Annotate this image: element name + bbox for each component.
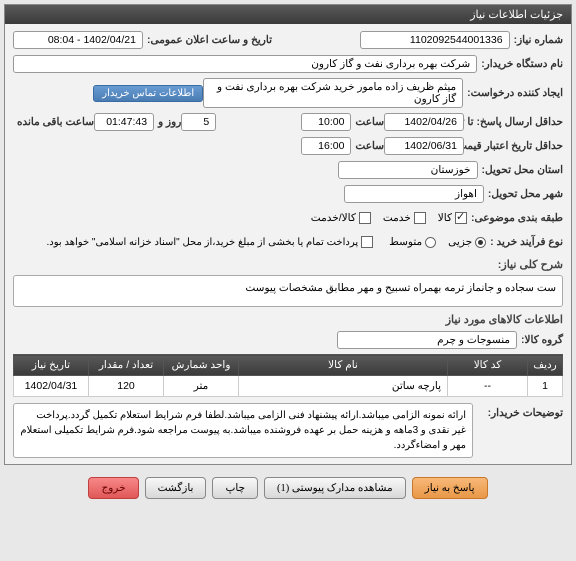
- cat-service-option[interactable]: خدمت: [383, 212, 426, 224]
- panel-title: جزئیات اطلاعات نیاز: [5, 5, 571, 24]
- exit-button[interactable]: خروج: [88, 477, 138, 499]
- need-no-field: 1102092544001336: [360, 31, 510, 49]
- deadline-time: 10:00: [301, 113, 351, 131]
- td-name: پارچه ساتن: [239, 376, 448, 397]
- group-field: منسوجات و چرم: [337, 331, 517, 349]
- buyer-note-label: توضیحات خریدار:: [483, 403, 563, 458]
- table-row[interactable]: 1 -- پارچه ساتن متر 120 1402/04/31: [14, 376, 563, 397]
- proc-mid-option[interactable]: متوسط: [389, 236, 436, 248]
- category-group: کالا خدمت کالا/خدمت: [311, 212, 467, 224]
- attachments-button[interactable]: مشاهده مدارک پیوستی (1): [264, 477, 406, 499]
- desc-box: ست سجاده و جانماز ترمه بهمراه تسبیح و مه…: [13, 275, 563, 307]
- deadline-time-label: ساعت: [355, 116, 384, 128]
- buyer-note-text: ارائه نمونه الزامی میباشد.ارائه پیشنهاد …: [13, 403, 473, 458]
- validity-label: حداقل تاریخ اعتبار قیمت: تا تاریخ:: [468, 140, 563, 152]
- validity-time-label: ساعت: [355, 140, 384, 152]
- radio-icon: [425, 237, 436, 248]
- checkbox-icon: [361, 236, 373, 248]
- th-date: تاریخ نیاز: [14, 355, 89, 376]
- th-qty: تعداد / مقدار: [89, 355, 164, 376]
- th-unit: واحد شمارش: [164, 355, 239, 376]
- deadline-date: 1402/04/26: [384, 113, 464, 131]
- validity-date: 1402/06/31: [384, 137, 464, 155]
- desc-title: شرح کلی نیاز:: [13, 258, 563, 271]
- back-button[interactable]: بازگشت: [145, 477, 207, 499]
- need-no-label: شماره نیاز:: [514, 34, 563, 46]
- td-date: 1402/04/31: [14, 376, 89, 397]
- province-label: استان محل تحویل:: [482, 164, 563, 176]
- respond-button[interactable]: پاسخ به نیاز: [412, 477, 488, 499]
- td-code: --: [448, 376, 528, 397]
- footer-buttons: پاسخ به نیاز مشاهده مدارک پیوستی (1) چاپ…: [0, 469, 576, 507]
- td-qty: 120: [89, 376, 164, 397]
- contact-buyer-button[interactable]: اطلاعات تماس خریدار: [93, 85, 203, 102]
- requester-field: میثم ظریف زاده مامور خرید شرکت بهره بردا…: [203, 78, 463, 108]
- items-title: اطلاعات کالاهای مورد نیاز: [13, 313, 563, 326]
- days-label: روز و: [158, 116, 181, 128]
- validity-time: 16:00: [301, 137, 351, 155]
- print-button[interactable]: چاپ: [212, 477, 258, 499]
- requester-label: ایجاد کننده درخواست:: [467, 87, 563, 99]
- items-table: ردیف کد کالا نام کالا واحد شمارش تعداد /…: [13, 354, 563, 397]
- proc-low-option[interactable]: جزیی: [448, 236, 486, 248]
- th-code: کد کالا: [448, 355, 528, 376]
- cat-goods-service-option[interactable]: کالا/خدمت: [311, 212, 371, 224]
- td-unit: متر: [164, 376, 239, 397]
- treasury-note-option[interactable]: پرداخت تمام یا بخشی از مبلغ خرید،از محل …: [47, 236, 374, 248]
- city-field: اهواز: [344, 185, 484, 203]
- remain-time: 01:47:43: [94, 113, 154, 131]
- table-header-row: ردیف کد کالا نام کالا واحد شمارش تعداد /…: [14, 355, 563, 376]
- cat-goods-option[interactable]: کالا: [438, 212, 467, 224]
- th-name: نام کالا: [239, 355, 448, 376]
- checkbox-icon: [414, 212, 426, 224]
- deadline-label: حداقل ارسال پاسخ: تا تاریخ:: [468, 116, 563, 128]
- td-row: 1: [528, 376, 563, 397]
- city-label: شهر محل تحویل:: [488, 188, 563, 200]
- group-label: گروه کالا:: [521, 334, 563, 346]
- process-group: جزیی متوسط: [389, 236, 486, 248]
- process-label: نوع فرآیند خرید :: [490, 236, 563, 248]
- days-field: 5: [181, 113, 216, 131]
- announce-label: تاریخ و ساعت اعلان عمومی:: [147, 34, 272, 46]
- announce-field: 1402/04/21 - 08:04: [13, 31, 143, 49]
- main-panel: جزئیات اطلاعات نیاز شماره نیاز: 11020925…: [4, 4, 572, 465]
- checkbox-icon: [455, 212, 467, 224]
- checkbox-icon: [359, 212, 371, 224]
- category-label: طبقه بندی موضوعی:: [471, 212, 563, 224]
- province-field: خوزستان: [338, 161, 478, 179]
- radio-icon: [475, 237, 486, 248]
- remain-label: ساعت باقی مانده: [17, 116, 94, 128]
- th-row: ردیف: [528, 355, 563, 376]
- buyer-org-field: شرکت بهره برداری نفت و گاز کارون: [13, 55, 477, 73]
- buyer-org-label: نام دستگاه خریدار:: [481, 58, 563, 70]
